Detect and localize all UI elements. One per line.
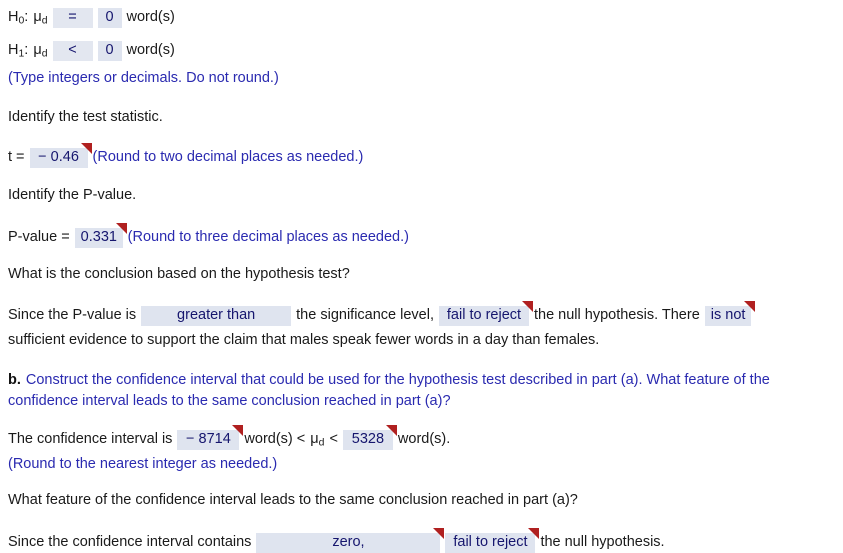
part-b-marker: b. <box>8 372 21 388</box>
null-hypothesis-units: word(s) <box>126 9 175 25</box>
alternative-hypothesis-label: H1: <box>8 42 29 60</box>
math-problem-worksheet: H0: μd = 0 word(s) H1: μd <0 word(s) (Type inte… <box>0 0 843 553</box>
null-hypothesis-label: H0: <box>8 9 29 27</box>
test-statistic-field[interactable]: − 0.46 <box>29 143 92 168</box>
null-hypothesis-operator-field[interactable]: = <box>52 8 93 28</box>
feature-question: What feature of the confidence interval … <box>8 492 578 508</box>
conclusion-text-2: the significance level, <box>296 307 434 323</box>
null-hypothesis-line: H0: μd = 0 word(s) <box>8 8 175 28</box>
alternative-hypothesis-units: word(s) <box>126 42 175 58</box>
comparison-dropdown[interactable]: greater than <box>141 306 292 326</box>
p-value-label: P-value = <box>8 229 70 245</box>
test-statistic-line: t = − 0.46 (Round to two decimal places as… <box>8 143 364 168</box>
confidence-interval-units-2: word(s). <box>397 431 451 447</box>
conclusion-text-4: sufficient evidence to support the claim… <box>8 332 600 348</box>
conclusion-question: What is the conclusion based on the hypo… <box>8 266 350 282</box>
feature-answer-line: Since the confidence interval contains ze… <box>8 528 665 553</box>
feature-decision-dropdown[interactable]: fail to reject <box>445 528 540 553</box>
test-statistic-label: t = <box>8 149 25 165</box>
part-b-text: Construct the confidence interval that c… <box>8 372 770 410</box>
null-hypothesis-value-field[interactable]: 0 <box>97 8 122 28</box>
test-statistic-round-note: (Round to two decimal places as needed.) <box>92 149 364 165</box>
contains-dropdown[interactable]: zero, <box>256 528 445 553</box>
p-value-round-note: (Round to three decimal places as needed… <box>127 229 409 245</box>
alternative-hypothesis-line: H1: μd <0 word(s) <box>8 41 175 61</box>
part-b-paragraph: b. Construct the confidence interval that… <box>8 370 836 412</box>
confidence-interval-upper-field[interactable]: 5328 <box>342 425 397 450</box>
confidence-interval-label: The confidence interval is <box>8 431 173 447</box>
alternative-hypothesis-parameter: μd <box>33 42 48 60</box>
confidence-interval-units-1: word(s) < <box>244 431 306 447</box>
feature-text-2: the null hypothesis. <box>540 534 665 550</box>
confidence-interval-line: The confidence interval is − 8714 word(s) … <box>8 425 451 450</box>
alternative-hypothesis-value-field[interactable]: 0 <box>97 41 122 61</box>
alternative-hypothesis-operator-field[interactable]: < <box>52 41 93 61</box>
test-statistic-prompt: Identify the test statistic. <box>8 109 163 125</box>
confidence-interval-parameter: μd <box>310 431 325 449</box>
p-value-prompt: Identify the P-value. <box>8 187 137 203</box>
decision-dropdown[interactable]: fail to reject <box>438 301 533 326</box>
null-hypothesis-parameter: μd <box>33 9 48 27</box>
p-value-field[interactable]: 0.331 <box>74 223 127 248</box>
type-integers-note: (Type integers or decimals. Do not round… <box>8 70 279 86</box>
feature-text-1: Since the confidence interval contains <box>8 534 252 550</box>
evidence-dropdown[interactable]: is not <box>704 301 755 326</box>
conclusion-text-3: the null hypothesis. There <box>533 307 700 323</box>
p-value-line: P-value = 0.331 (Round to three decimal pl… <box>8 223 409 248</box>
confidence-interval-round-note: (Round to the nearest integer as needed.… <box>8 456 278 472</box>
conclusion-text-1: Since the P-value is <box>8 307 137 323</box>
confidence-interval-lower-field[interactable]: − 8714 <box>177 425 244 450</box>
confidence-interval-less-than: < <box>329 431 338 447</box>
conclusion-sentence-line-1: Since the P-value is greater than the sign… <box>8 301 755 326</box>
